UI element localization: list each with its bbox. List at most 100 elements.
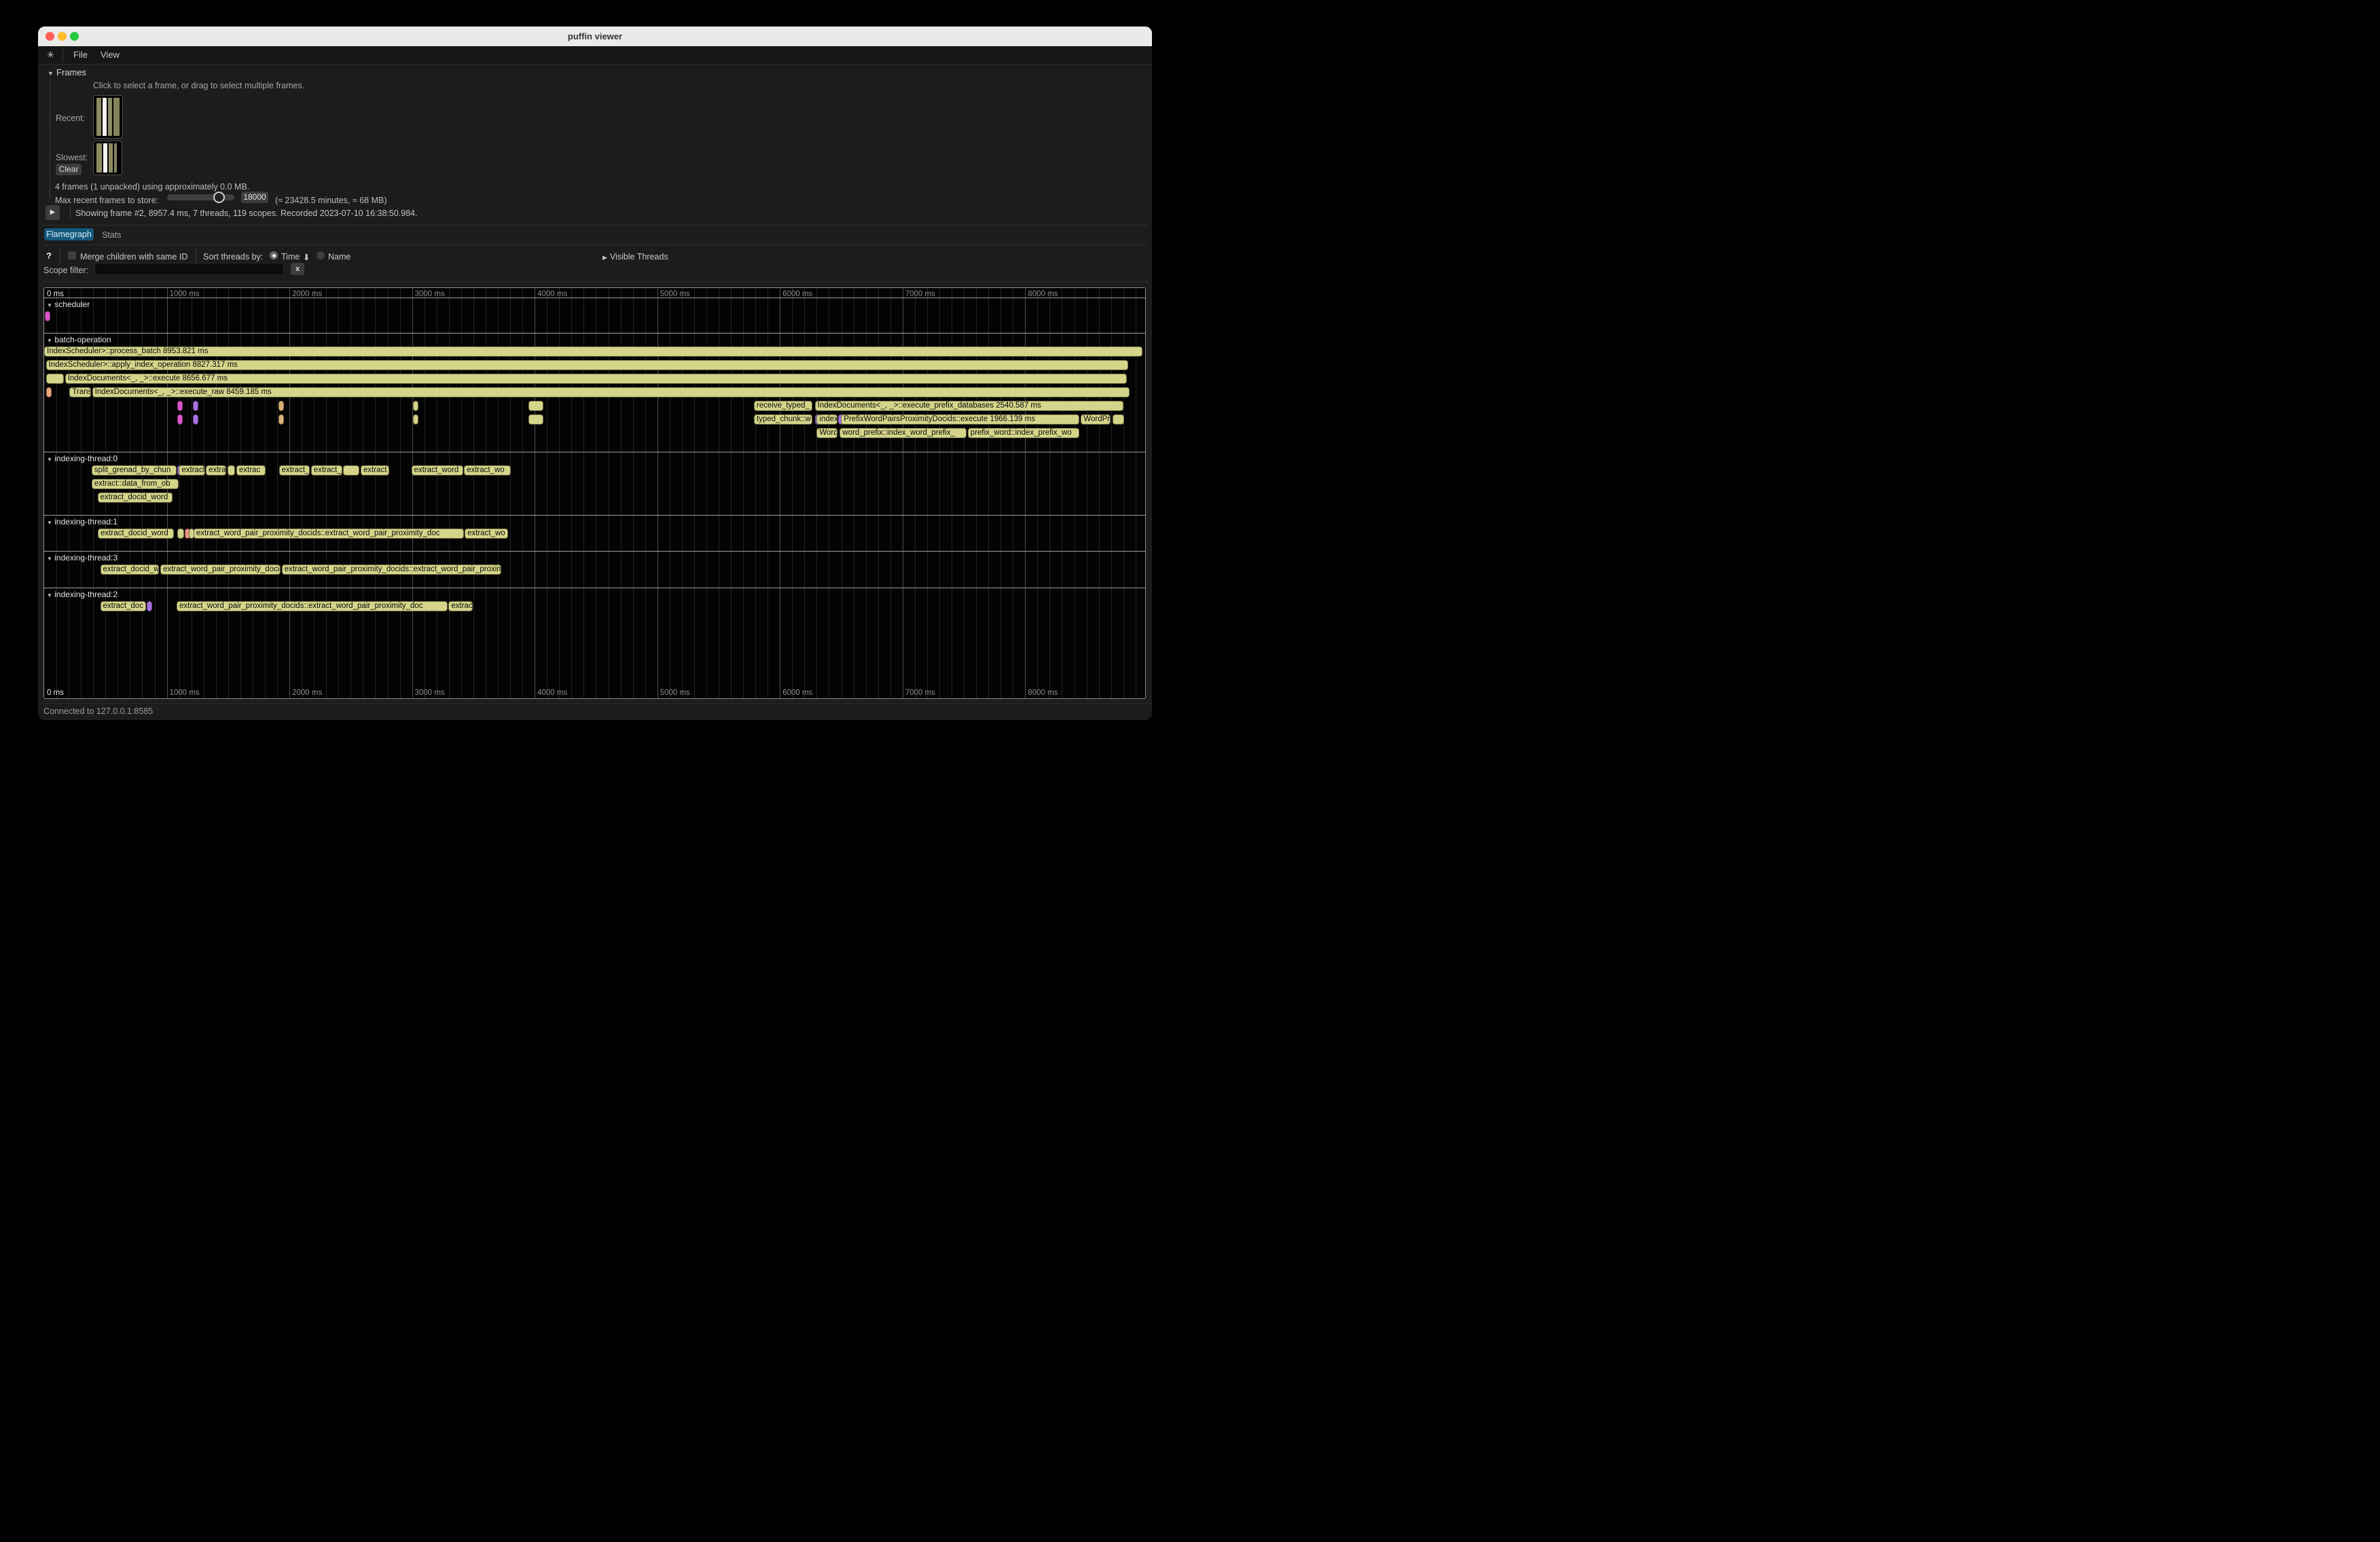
scope-bar[interactable] (147, 601, 152, 611)
max-frames-note: (≈ 23428.5 minutes, ≈ 68 MB) (275, 196, 387, 205)
scope-bar[interactable] (528, 414, 543, 425)
scope-bar[interactable]: extract (361, 465, 389, 476)
settings-icon[interactable]: ✳ (47, 50, 54, 60)
scope-bar[interactable]: word_prefix::index_word_prefix_ (840, 428, 967, 438)
slowest-frames-thumbnail[interactable] (93, 141, 122, 175)
scope-bar[interactable]: extract_wo (464, 465, 511, 476)
thread-header[interactable]: ▼ indexing-thread:3 (47, 553, 118, 562)
scope-bar[interactable]: receive_typed_ (754, 401, 813, 411)
frame-stripe[interactable] (96, 143, 102, 173)
scope-bar[interactable] (177, 401, 183, 411)
frame-stripe[interactable] (96, 98, 101, 136)
thread-collapse-icon[interactable]: ▼ (47, 302, 52, 308)
thread-header[interactable]: ▼ indexing-thread:1 (47, 517, 118, 526)
thread-collapse-icon[interactable]: ▼ (47, 556, 52, 562)
visible-threads-header[interactable]: Visible Threads (610, 252, 668, 262)
thread-header[interactable]: ▼ indexing-thread:0 (47, 454, 118, 463)
scope-bar[interactable]: extract_word (412, 465, 463, 476)
scope-bar[interactable]: Word (816, 428, 837, 438)
sort-name-radio[interactable] (317, 251, 325, 259)
scope-bar[interactable]: WordPr (1081, 414, 1111, 425)
scope-bar[interactable] (46, 387, 52, 397)
frame-stripe[interactable] (109, 143, 113, 173)
merge-children-label[interactable]: Merge children with same ID (80, 252, 187, 262)
scope-bar[interactable]: IndexDocuments<_, _>::execute_prefix_dat… (815, 401, 1124, 411)
thread-header[interactable]: ▼ indexing-thread:2 (47, 590, 118, 599)
menu-view[interactable]: View (101, 50, 120, 60)
recent-frames-thumbnail[interactable] (93, 95, 123, 139)
scope-filter-input[interactable] (94, 263, 284, 275)
scope-bar[interactable]: extra (206, 465, 226, 476)
scope-bar[interactable]: extract_ (311, 465, 342, 476)
frames-header[interactable]: Frames (56, 67, 86, 77)
sort-direction-icon[interactable]: ⬇ (303, 252, 310, 262)
thread-collapse-icon[interactable]: ▼ (47, 520, 52, 526)
scope-bar[interactable] (177, 414, 183, 425)
slider-knob[interactable] (213, 192, 225, 203)
menu-file[interactable]: File (73, 50, 88, 60)
play-button[interactable]: ▶ (46, 205, 60, 220)
scope-bar[interactable] (278, 414, 284, 425)
tab-stats[interactable]: Stats (102, 230, 122, 240)
scope-bar[interactable]: extrac (236, 465, 266, 476)
scope-bar[interactable]: extract_wo (465, 528, 508, 539)
scope-bar[interactable] (413, 401, 418, 411)
scope-bar[interactable]: IndexDocuments<_, _>::execute 8656.677 m… (65, 374, 1127, 384)
sort-time-label[interactable]: Time (281, 252, 300, 262)
scope-bar[interactable] (228, 465, 235, 476)
thread-header[interactable]: ▼ scheduler (47, 300, 90, 309)
scope-bar[interactable]: index (816, 414, 837, 425)
clear-button[interactable]: Clear (56, 164, 82, 175)
merge-children-checkbox[interactable] (68, 251, 76, 259)
clear-filter-button[interactable]: x (291, 263, 304, 275)
sort-time-radio[interactable] (270, 251, 278, 259)
frames-collapse-icon[interactable]: ▼ (48, 70, 54, 77)
scope-bar[interactable]: IndexScheduler>::apply_index_operation 8… (46, 360, 1129, 370)
scope-bar[interactable]: prefix_word::index_prefix_wo (968, 428, 1079, 438)
tick-label: 7000 ms (905, 689, 935, 697)
frame-stripe-selected[interactable] (103, 98, 107, 136)
thread-collapse-icon[interactable]: ▼ (47, 338, 52, 344)
sort-name-label[interactable]: Name (328, 252, 350, 262)
scope-bar[interactable]: extract_ (279, 465, 310, 476)
scope-bar[interactable]: extract_word_pair_proximity_docids::extr… (194, 528, 464, 539)
scope-bar[interactable]: extract_docid_word (98, 528, 174, 539)
max-frames-value[interactable]: 18000 (241, 192, 268, 203)
thread-collapse-icon[interactable]: ▼ (47, 456, 52, 463)
scope-bar[interactable]: extract (179, 465, 205, 476)
frame-stripe-selected[interactable] (103, 143, 107, 173)
help-button[interactable]: ? (46, 251, 52, 261)
scope-bar[interactable] (46, 374, 64, 384)
scope-bar[interactable]: typed_chunk::w (754, 414, 813, 425)
scope-bar[interactable]: extract::data_from_ob (92, 479, 179, 489)
frame-stripe[interactable] (113, 98, 120, 136)
scope-bar[interactable]: split_grenad_by_chun (92, 465, 177, 476)
scope-bar[interactable]: PrefixWordPairsProximityDocids::execute … (841, 414, 1079, 425)
tab-flamegraph[interactable]: Flamegraph (44, 228, 94, 240)
scope-bar[interactable] (1113, 414, 1124, 425)
scope-bar[interactable]: extract_doc (101, 601, 146, 611)
scope-bar[interactable] (413, 414, 418, 425)
scope-bar[interactable]: extract_word_pair_proximity_docids::extr… (177, 601, 448, 611)
scope-bar[interactable] (193, 414, 198, 425)
frame-stripe[interactable] (108, 98, 113, 136)
scope-bar[interactable]: extract_word_pair_proximity_docids::extr… (282, 564, 502, 575)
scope-bar[interactable] (528, 401, 543, 411)
scope-bar[interactable]: Trans (69, 387, 90, 397)
thread-collapse-icon[interactable]: ▼ (47, 592, 52, 598)
thread-header[interactable]: ▼ batch-operation (47, 335, 111, 344)
scope-bar[interactable]: IndexScheduler>::process_batch 8953.821 … (44, 346, 1142, 357)
flamegraph-canvas[interactable]: 0 ms0 ms1000 ms1000 ms2000 ms2000 ms3000… (43, 287, 1146, 699)
scope-bar[interactable] (177, 528, 184, 539)
scope-bar[interactable]: IndexDocuments<_, _>::execute_raw 8459.1… (92, 387, 1130, 397)
scope-bar[interactable]: extract_word_pair_proximity_docids (160, 564, 281, 575)
scope-bar[interactable]: extrac (448, 601, 472, 611)
scope-bar[interactable] (278, 401, 284, 411)
scope-bar[interactable]: extract_docid_word (101, 564, 160, 575)
scope-bar[interactable] (45, 311, 50, 321)
scope-bar[interactable] (193, 401, 198, 411)
scope-bar[interactable]: extract_docid_word (98, 492, 173, 503)
frame-stripe[interactable] (114, 143, 117, 173)
visible-threads-collapse-icon[interactable]: ▶ (602, 254, 607, 262)
scope-bar[interactable] (343, 465, 359, 476)
